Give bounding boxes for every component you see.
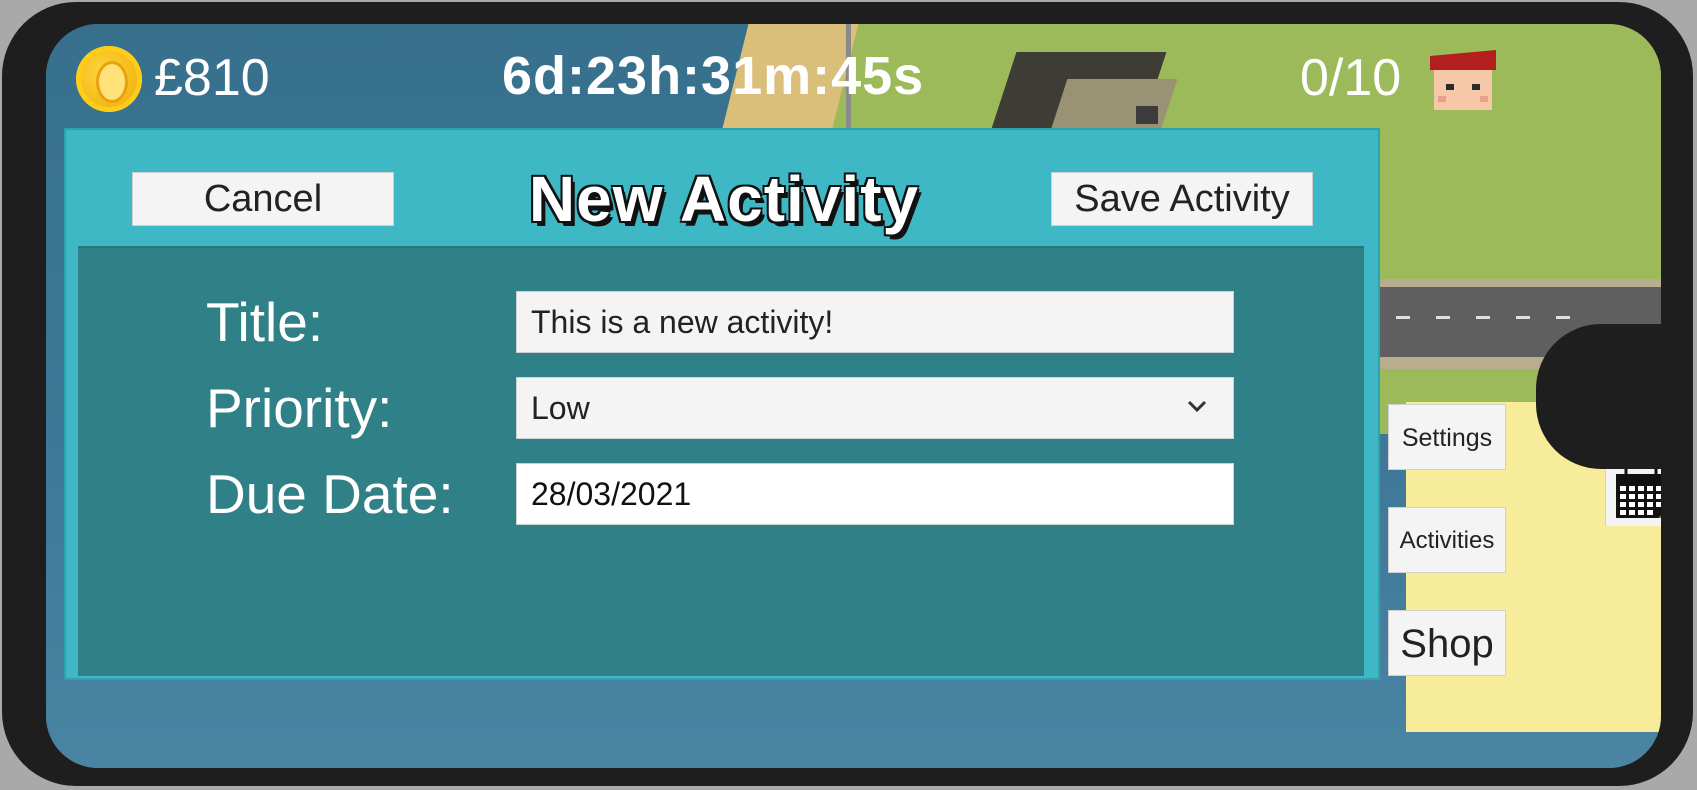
calendar-button[interactable] bbox=[1605, 464, 1661, 526]
form-panel: Title: This is a new activity! Priority:… bbox=[78, 246, 1661, 676]
money-counter: £810 bbox=[154, 49, 270, 107]
coin-icon bbox=[76, 46, 142, 112]
title-label: Title: bbox=[206, 291, 324, 353]
title-input-value: This is a new activity! bbox=[531, 304, 834, 340]
dialog-title: New Activity bbox=[528, 163, 920, 235]
calendar-icon bbox=[1616, 468, 1661, 518]
cancel-button[interactable]: Cancel bbox=[132, 172, 394, 226]
game-screen: £810 6d:23h:31m:45s 0/10 Cancel New Acti… bbox=[46, 24, 1661, 768]
due-date-input[interactable]: 28/03/2021 bbox=[516, 463, 1661, 526]
settings-button[interactable]: Settings bbox=[1388, 404, 1506, 470]
activities-button[interactable]: Activities bbox=[1388, 507, 1506, 573]
road-marking bbox=[1396, 316, 1410, 319]
new-activity-dialog: Cancel New Activity Save Activity Title:… bbox=[64, 128, 1661, 680]
screen-notch bbox=[1536, 324, 1661, 469]
road-marking bbox=[1556, 316, 1570, 319]
worker-counter: 0/10 bbox=[1300, 49, 1402, 107]
countdown-timer: 6d:23h:31m:45s bbox=[502, 46, 925, 106]
worker-avatar-icon bbox=[1430, 50, 1496, 110]
shop-button[interactable]: Shop bbox=[1388, 610, 1506, 676]
road-marking bbox=[1436, 316, 1450, 319]
road-marking bbox=[1476, 316, 1490, 319]
road-marking bbox=[1516, 316, 1530, 319]
title-input[interactable]: This is a new activity! bbox=[516, 291, 1234, 353]
priority-dropdown[interactable]: Low bbox=[516, 377, 1234, 439]
device-frame: £810 6d:23h:31m:45s 0/10 Cancel New Acti… bbox=[2, 2, 1693, 786]
priority-selected-value: Low bbox=[531, 390, 590, 426]
priority-label: Priority: bbox=[206, 377, 393, 439]
house-window bbox=[1136, 106, 1158, 124]
save-activity-button[interactable]: Save Activity bbox=[1051, 172, 1313, 226]
chevron-down-icon bbox=[1187, 400, 1207, 413]
due-date-label: Due Date: bbox=[206, 463, 454, 525]
due-date-value: 28/03/2021 bbox=[531, 476, 692, 512]
